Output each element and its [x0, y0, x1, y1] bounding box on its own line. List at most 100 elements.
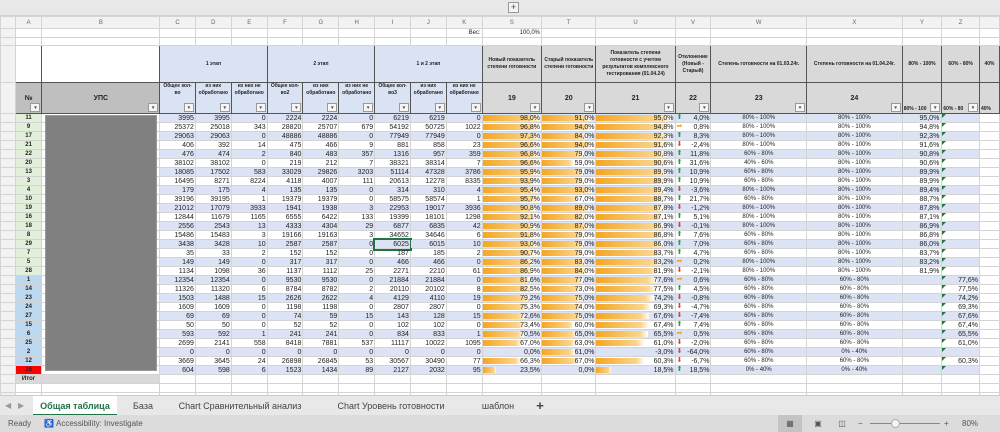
count-cell[interactable]: 69 [194, 311, 232, 321]
cell[interactable] [230, 383, 268, 393]
cell[interactable] [194, 383, 232, 393]
row-number-cell[interactable]: 15 [14, 320, 43, 330]
cell[interactable] [806, 37, 903, 46]
count-cell[interactable]: 592 [194, 329, 232, 339]
readiness-0104-cell[interactable]: 80% - 100% [806, 230, 903, 240]
column-header-T[interactable]: T [541, 16, 597, 29]
progress-cell-t[interactable]: 84,0% [541, 131, 597, 141]
cell[interactable] [14, 37, 43, 46]
count-cell[interactable]: 881 [374, 140, 411, 150]
count-cell[interactable]: 0 [230, 257, 268, 267]
count-cell[interactable]: 19163 [302, 230, 340, 240]
count-cell[interactable]: 317 [266, 257, 304, 267]
range-60-80-cell[interactable] [941, 212, 980, 222]
count-cell[interactable]: 3 [230, 230, 268, 240]
header-number[interactable]: № ▾ [14, 82, 43, 114]
count-cell[interactable]: 833 [409, 329, 447, 339]
count-cell[interactable]: 149 [159, 257, 196, 267]
row-number-cell[interactable]: 17 [14, 131, 43, 141]
readiness-0103-cell[interactable]: 80% - 100% [710, 122, 808, 132]
count-cell[interactable]: 1 [445, 329, 483, 339]
count-cell[interactable]: 18085 [159, 167, 196, 177]
count-cell[interactable]: 25018 [194, 122, 232, 132]
count-cell[interactable]: 3786 [445, 167, 483, 177]
progress-cell-t[interactable]: 94,0% [541, 140, 597, 150]
count-cell[interactable]: 6015 [409, 239, 447, 249]
range-80-100-cell[interactable]: 86,0% [901, 239, 943, 249]
filter-dropdown-icon[interactable]: ▾ [699, 103, 710, 112]
range-60-80-cell[interactable] [941, 149, 980, 159]
count-cell[interactable]: 6 [230, 365, 268, 375]
count-cell[interactable]: 9530 [302, 275, 340, 285]
readiness-0104-cell[interactable]: 80% - 100% [806, 185, 903, 195]
row-number-cell[interactable]: 2 [14, 347, 43, 357]
count-cell[interactable]: 357 [338, 149, 376, 159]
count-cell[interactable]: 17079 [194, 203, 232, 213]
count-cell[interactable]: 1938 [302, 203, 340, 213]
header-aa2[interactable]: 40% [978, 82, 1000, 114]
readiness-0103-cell[interactable]: 60% - 80% [710, 275, 808, 285]
cell[interactable] [409, 374, 447, 384]
progress-cell-s[interactable]: 0,0% [481, 347, 543, 357]
subheader[interactable]: из них не обработано ▾ [445, 82, 483, 114]
progress-cell-s[interactable]: 66,3% [481, 356, 543, 366]
cell[interactable] [978, 203, 1000, 213]
cell[interactable] [481, 37, 543, 46]
cell[interactable] [194, 374, 232, 384]
count-cell[interactable]: 50 [194, 320, 232, 330]
range-80-100-cell[interactable]: 91,6% [901, 140, 943, 150]
cell[interactable] [978, 248, 1000, 258]
column-header-Z[interactable]: Z [941, 16, 980, 29]
range-80-100-cell[interactable]: 94,8% [901, 122, 943, 132]
page-layout-icon[interactable]: ▣ [808, 415, 828, 432]
count-cell[interactable]: 152 [302, 248, 340, 258]
cell[interactable] [374, 374, 411, 384]
deviation-cell[interactable]: ⬆ 5,1% [674, 212, 712, 222]
range-80-100-cell[interactable] [901, 329, 943, 339]
header-z2[interactable]: 60% - 80 ▾ [941, 82, 980, 114]
cell[interactable] [978, 356, 1000, 366]
range-60-80-cell[interactable] [941, 203, 980, 213]
count-cell[interactable]: 558 [230, 338, 268, 348]
range-80-100-cell[interactable]: 83,7% [901, 248, 943, 258]
count-cell[interactable]: 11117 [374, 338, 411, 348]
count-cell[interactable]: 185 [409, 248, 447, 258]
range-60-80-cell[interactable] [941, 131, 980, 141]
readiness-0104-cell[interactable]: 80% - 100% [806, 221, 903, 231]
readiness-0103-cell[interactable]: 60% - 80% [710, 230, 808, 240]
readiness-0104-cell[interactable]: 60% - 80% [806, 320, 903, 330]
readiness-0103-cell[interactable]: 60% - 80% [710, 347, 808, 357]
cell[interactable] [595, 37, 676, 46]
deviation-cell[interactable]: ➡ 0,8% [674, 122, 712, 132]
range-60-80-cell[interactable] [941, 185, 980, 195]
count-cell[interactable]: 8 [445, 284, 483, 294]
progress-cell-s[interactable]: 98,0% [481, 113, 543, 123]
row-number-cell[interactable]: 21 [14, 140, 43, 150]
progress-cell-t[interactable]: 73,0% [541, 284, 597, 294]
range-60-80-cell[interactable]: 77,6% [941, 275, 980, 285]
count-cell[interactable]: 0 [302, 347, 340, 357]
count-cell[interactable]: 3995 [194, 113, 232, 123]
row-number-cell[interactable]: 19 [14, 203, 43, 213]
readiness-0103-cell[interactable]: 60% - 80% [710, 149, 808, 159]
row-number-cell[interactable]: 29 [14, 239, 43, 249]
cell[interactable] [41, 28, 161, 38]
progress-cell-u[interactable]: 83,2% [595, 257, 676, 267]
range-60-80-cell[interactable]: 65,5% [941, 329, 980, 339]
range-80-100-cell[interactable]: 83,2% [901, 257, 943, 267]
count-cell[interactable]: 15 [338, 311, 376, 321]
progress-cell-s[interactable]: 93,0% [481, 239, 543, 249]
count-cell[interactable]: 36 [230, 266, 268, 276]
count-cell[interactable]: 1609 [194, 302, 232, 312]
count-cell[interactable]: 175 [194, 185, 232, 195]
count-cell[interactable]: 593 [159, 329, 196, 339]
count-cell[interactable]: 2141 [194, 338, 232, 348]
count-cell[interactable]: 50725 [409, 122, 447, 132]
progress-cell-t[interactable]: 79,0% [541, 176, 597, 186]
progress-cell-u[interactable]: 90,8% [595, 149, 676, 159]
header-blank[interactable] [41, 45, 161, 83]
count-cell[interactable]: 3438 [159, 239, 196, 249]
row-number-cell[interactable]: 13 [14, 167, 43, 177]
progress-cell-t[interactable]: 0,0% [541, 365, 597, 375]
progress-cell-s[interactable]: 86,9% [481, 266, 543, 276]
